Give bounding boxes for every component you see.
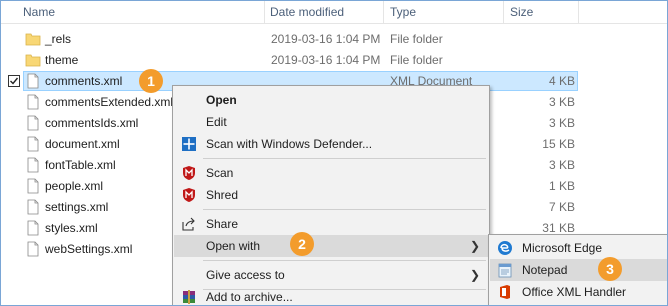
menu-item-label: Open with [206, 239, 261, 253]
column-divider[interactable] [383, 1, 384, 23]
file-type: File folder [390, 53, 443, 67]
file-size: 3 KB [548, 95, 575, 109]
mcafee-shield-icon [181, 165, 197, 181]
menu-item-edit[interactable]: Edit [174, 111, 488, 133]
mcafee-shield-icon [181, 187, 197, 203]
microsoft-edge-icon [497, 240, 513, 256]
file-name: theme [45, 53, 79, 67]
open-with-submenu: Microsoft Edge Notepad Office XML Handle… [488, 234, 667, 305]
chevron-right-icon: ❯ [469, 239, 480, 253]
file-name: people.xml [45, 179, 104, 193]
file-name: document.xml [45, 137, 120, 151]
menu-item-scan-defender[interactable]: Scan with Windows Defender... [174, 133, 488, 155]
menu-item-open-with[interactable]: Open with ❯ [174, 235, 488, 257]
file-type: File folder [390, 32, 443, 46]
file-name: commentsExtended.xml [45, 95, 174, 109]
windows-defender-icon [181, 136, 197, 152]
menu-item-label: Give access to [206, 268, 285, 282]
row-checkbox[interactable] [8, 75, 20, 87]
file-date: 2019-03-16 1:04 PM [271, 53, 381, 67]
folder-icon [25, 31, 41, 47]
menu-item-label: Share [206, 217, 239, 231]
document-icon [25, 199, 41, 215]
document-icon [25, 115, 41, 131]
menu-separator [203, 260, 486, 261]
file-explorer-window: Name Date modified Type Size _rels 2019-… [0, 0, 668, 306]
menu-separator [203, 209, 486, 210]
column-header-bar: Name Date modified Type Size [1, 1, 667, 24]
column-header-type[interactable]: Type [390, 1, 416, 23]
office-xml-handler-icon [497, 284, 513, 300]
winrar-archive-icon [181, 289, 197, 305]
document-icon [25, 94, 41, 110]
file-size: 3 KB [548, 158, 575, 172]
menu-item-label: Shred [206, 188, 239, 202]
callout-badge: 2 [290, 232, 314, 256]
menu-item-share[interactable]: Share [174, 213, 488, 235]
context-menu: Open Edit Scan with Windows Defender... … [172, 85, 490, 305]
callout-badge: 3 [598, 257, 622, 281]
menu-item-give-access[interactable]: Give access to ❯ [174, 264, 488, 286]
file-name: _rels [45, 32, 72, 46]
menu-item-label: Add to archive... [206, 290, 293, 304]
submenu-item-notepad[interactable]: Notepad [490, 259, 667, 281]
menu-item-label: Edit [206, 115, 227, 129]
document-icon [25, 220, 41, 236]
submenu-item-label: Microsoft Edge [522, 241, 603, 255]
file-row[interactable]: theme 2019-03-16 1:04 PM File folder [1, 50, 667, 71]
callout-badge: 1 [139, 69, 163, 93]
file-name: commentsIds.xml [45, 116, 139, 130]
document-icon [25, 241, 41, 257]
folder-icon [25, 52, 41, 68]
column-header-name[interactable]: Name [23, 1, 55, 23]
chevron-right-icon: ❯ [469, 268, 480, 282]
document-icon [25, 73, 41, 89]
column-divider[interactable] [578, 1, 579, 23]
file-name: styles.xml [45, 221, 98, 235]
file-name: fontTable.xml [45, 158, 116, 172]
document-icon [25, 178, 41, 194]
file-size: 7 KB [548, 200, 575, 214]
column-divider[interactable] [503, 1, 504, 23]
file-name: comments.xml [45, 74, 123, 88]
column-header-date-modified[interactable]: Date modified [270, 1, 344, 23]
column-divider[interactable] [264, 1, 265, 23]
menu-item-label: Open [206, 93, 237, 107]
submenu-item-microsoft-edge[interactable]: Microsoft Edge [490, 237, 667, 259]
menu-item-label: Scan [206, 166, 234, 180]
file-row[interactable]: _rels 2019-03-16 1:04 PM File folder [1, 29, 667, 50]
file-size: 4 KB [548, 74, 575, 88]
share-icon [181, 216, 197, 232]
document-icon [25, 157, 41, 173]
submenu-item-office-xml-handler[interactable]: Office XML Handler [490, 281, 667, 303]
file-name: webSettings.xml [45, 242, 133, 256]
menu-item-scan[interactable]: Scan [174, 162, 488, 184]
document-icon [25, 136, 41, 152]
file-size [511, 29, 575, 50]
column-header-size[interactable]: Size [510, 1, 533, 23]
menu-item-shred[interactable]: Shred [174, 184, 488, 206]
file-name: settings.xml [45, 200, 109, 214]
menu-item-label: Scan with Windows Defender... [206, 137, 373, 151]
menu-separator [203, 158, 486, 159]
file-date: 2019-03-16 1:04 PM [271, 32, 381, 46]
file-size [511, 50, 575, 71]
submenu-item-label: Office XML Handler [522, 285, 627, 299]
menu-item-open[interactable]: Open [174, 89, 488, 111]
menu-item-add-archive[interactable]: Add to archive... [174, 286, 488, 305]
file-size: 3 KB [548, 116, 575, 130]
notepad-icon [497, 262, 513, 278]
file-size: 15 KB [542, 137, 575, 151]
file-size: 1 KB [548, 179, 575, 193]
submenu-item-label: Notepad [522, 263, 568, 277]
